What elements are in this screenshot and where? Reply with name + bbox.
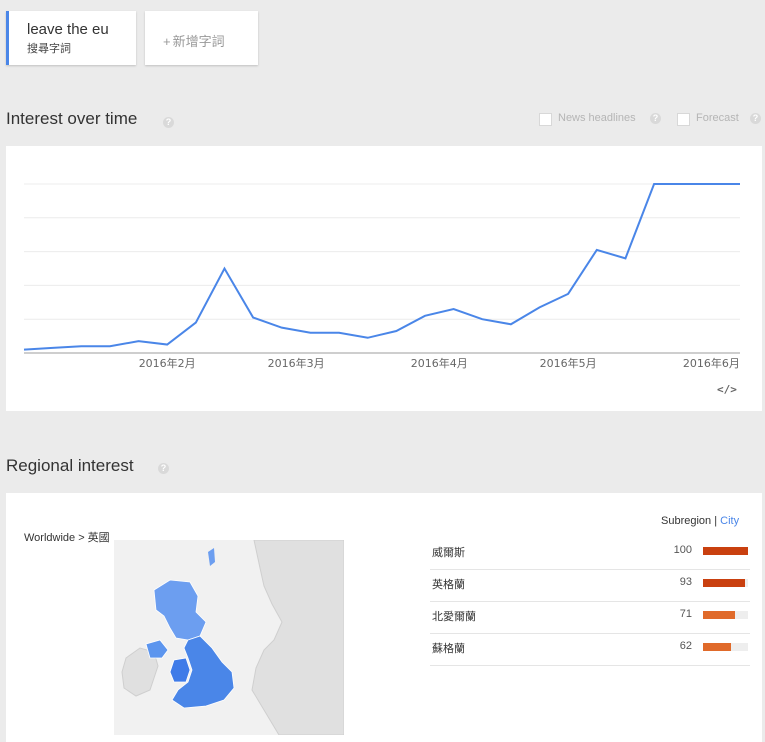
series-line-0	[23, 183, 740, 351]
region-bar-track	[703, 579, 748, 587]
region-map[interactable]	[114, 540, 344, 735]
add-term-label: 新增字詞	[172, 34, 225, 49]
help-icon[interactable]: ?	[163, 117, 174, 128]
x-tick-label: 2016年5月	[540, 356, 597, 370]
region-resolution-toggle: Subregion | City	[661, 515, 739, 527]
region-bar-track	[703, 643, 748, 651]
plus-icon: +	[163, 34, 171, 49]
news-headlines-label: News headlines	[558, 112, 636, 124]
region-value: 71	[679, 608, 692, 620]
region-row[interactable]: 北愛爾蘭 71	[430, 601, 750, 634]
region-value: 62	[679, 640, 692, 652]
region-name: 英格蘭	[432, 579, 465, 591]
region-row[interactable]: 英格蘭 93	[430, 569, 750, 602]
city-toggle[interactable]: City	[720, 515, 739, 527]
add-term-button[interactable]: + 新增字詞	[145, 11, 258, 65]
region-name: 北愛爾蘭	[432, 611, 476, 623]
region-bar-fill	[703, 643, 731, 651]
region-bar-fill	[703, 611, 735, 619]
region-value: 93	[679, 576, 692, 588]
region-name: 威爾斯	[432, 547, 465, 559]
add-term-label-wrap: + 新增字詞	[163, 31, 225, 50]
regional-interest-title: Regional interest	[6, 456, 134, 475]
search-term-label: leave the eu	[27, 21, 109, 38]
embed-code-icon[interactable]: </>	[717, 383, 737, 396]
region-bar-track	[703, 611, 748, 619]
forecast-label: Forecast	[696, 112, 739, 124]
subregion-toggle[interactable]: Subregion	[661, 515, 711, 527]
regional-help-icon[interactable]: ?	[158, 463, 169, 474]
x-tick-label: 2016年6月	[683, 356, 740, 370]
region-row[interactable]: 蘇格蘭 62	[430, 633, 750, 666]
news-help-icon[interactable]: ?	[650, 113, 661, 124]
interest-over-time-title: Interest over time	[6, 109, 138, 128]
breadcrumb[interactable]: Worldwide > 英國	[24, 529, 110, 545]
interest-over-time-panel: 2016年2月 2016年3月 2016年4月 2016年5月 2016年6月 </>	[6, 146, 762, 411]
forecast-help-icon[interactable]: ?	[750, 113, 761, 124]
region-value: 100	[673, 544, 692, 556]
region-name: 蘇格蘭	[432, 643, 465, 655]
region-bar-track	[703, 547, 748, 555]
x-tick-label: 2016年2月	[139, 356, 196, 370]
forecast-checkbox[interactable]	[677, 113, 690, 126]
region-bar-fill	[703, 579, 745, 587]
region-row[interactable]: 威爾斯 100	[430, 537, 750, 570]
regional-interest-panel: Worldwide > 英國 Subregion | City 威爾斯 100 英格…	[6, 493, 762, 742]
toggle-separator: |	[714, 515, 718, 527]
interest-line-chart: 2016年2月 2016年3月 2016年4月 2016年5月 2016年6月	[23, 183, 740, 370]
search-term-chip[interactable]: leave the eu 搜尋字詞	[6, 11, 136, 65]
x-tick-label: 2016年3月	[268, 356, 325, 370]
x-tick-label: 2016年4月	[411, 356, 468, 370]
region-bar-fill	[703, 547, 748, 555]
news-headlines-checkbox[interactable]	[539, 113, 552, 126]
search-term-sublabel: 搜尋字詞	[27, 43, 71, 55]
